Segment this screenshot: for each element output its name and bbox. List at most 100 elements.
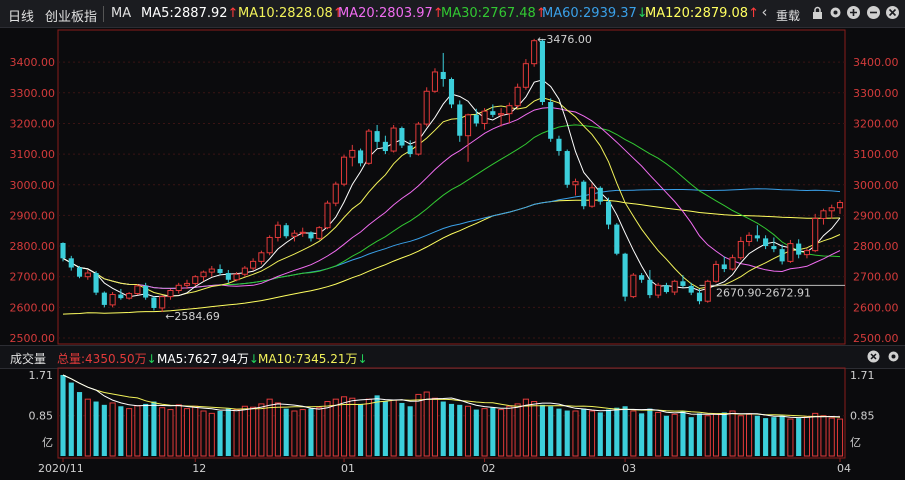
y-tick-label-right: 2500.00 bbox=[853, 332, 899, 345]
candle-body bbox=[291, 232, 298, 237]
volume-bar bbox=[688, 417, 694, 456]
volume-bar bbox=[754, 415, 760, 456]
y-tick-label-right: 3100.00 bbox=[853, 148, 899, 161]
candle-body bbox=[506, 105, 513, 115]
candle-body bbox=[763, 238, 769, 247]
candle-body bbox=[382, 141, 388, 152]
candle-body bbox=[622, 253, 628, 297]
volume-bar bbox=[365, 398, 372, 457]
volume-bar bbox=[490, 407, 496, 456]
volume-bar bbox=[737, 415, 744, 457]
candle-body bbox=[274, 224, 281, 238]
candle-body bbox=[399, 128, 405, 146]
volume-bar bbox=[159, 407, 166, 457]
volume-bar bbox=[729, 410, 736, 457]
candle-body bbox=[167, 289, 174, 298]
x-tick-label: 12 bbox=[192, 462, 206, 475]
candle-body bbox=[250, 260, 257, 269]
candle-body bbox=[358, 150, 364, 164]
volume-bar bbox=[349, 397, 356, 457]
volume-bar bbox=[506, 405, 513, 457]
volume-tick-label-left: 亿 bbox=[42, 436, 53, 449]
volume-bar bbox=[241, 405, 248, 457]
volume-bar bbox=[514, 403, 521, 457]
y-tick-label-left: 2800.00 bbox=[10, 240, 56, 253]
volume-bar bbox=[796, 418, 802, 456]
volume-bar bbox=[332, 398, 339, 457]
volume-bar bbox=[614, 407, 620, 456]
candle-body bbox=[151, 297, 157, 308]
volume-bar bbox=[696, 413, 703, 456]
candle-body bbox=[76, 267, 83, 277]
volume-bar bbox=[572, 410, 579, 457]
volume-bar bbox=[779, 415, 785, 456]
volume-bar bbox=[299, 409, 306, 457]
ma20-line bbox=[62, 106, 841, 289]
volume-bar bbox=[671, 413, 678, 457]
y-tick-label-left: 2700.00 bbox=[10, 271, 56, 284]
y-tick-label-left: 2600.00 bbox=[10, 301, 56, 314]
x-tick-label: 04 bbox=[837, 462, 851, 475]
candle-body bbox=[93, 273, 99, 293]
candle-body bbox=[787, 243, 794, 262]
candle-body bbox=[671, 280, 678, 293]
volume-bar bbox=[663, 415, 669, 456]
volume-bar bbox=[431, 397, 439, 457]
volume-bar bbox=[820, 415, 827, 457]
volume-bar bbox=[183, 408, 191, 457]
volume-bar bbox=[746, 413, 753, 457]
ma60-line bbox=[62, 188, 841, 289]
volume-tick-label-right: 0.85 bbox=[850, 410, 875, 423]
candle-body bbox=[283, 225, 289, 237]
y-tick-label-right: 2900.00 bbox=[853, 209, 899, 222]
volume-bar bbox=[390, 399, 397, 457]
candle-body bbox=[448, 79, 455, 105]
volume-tick-label-right: 1.71 bbox=[850, 369, 875, 382]
candle-body bbox=[588, 187, 596, 207]
candle-body bbox=[308, 232, 314, 239]
y-tick-label-right: 2700.00 bbox=[853, 271, 899, 284]
x-tick-label: 01 bbox=[341, 462, 355, 475]
high-annotation: ←3476.00 bbox=[537, 33, 592, 46]
candle-body bbox=[332, 183, 339, 204]
candle-body bbox=[663, 285, 669, 293]
volume-bar bbox=[274, 402, 281, 457]
candlestick-chart[interactable]: 3400.00 3400.00 3300.00 3300.00 3200.00 3200.… bbox=[0, 0, 905, 480]
volume-bar bbox=[498, 409, 505, 457]
volume-bar bbox=[382, 401, 388, 456]
volume-bar bbox=[60, 375, 66, 456]
candle-body bbox=[258, 252, 265, 262]
volume-tick-label-right: 亿 bbox=[850, 436, 861, 449]
volume-bar bbox=[440, 401, 446, 456]
candle-body bbox=[647, 279, 653, 296]
candle-body bbox=[457, 104, 463, 136]
x-tick-label: 2020/11 bbox=[38, 462, 84, 475]
volume-tick-label-left: 1.71 bbox=[29, 369, 54, 382]
volume-bar bbox=[134, 405, 141, 457]
candle-body bbox=[531, 40, 538, 65]
volume-bar bbox=[217, 411, 223, 456]
volume-bar bbox=[233, 409, 240, 457]
candle-body bbox=[208, 268, 215, 273]
y-tick-label-left: 2900.00 bbox=[10, 209, 56, 222]
volume-bar bbox=[581, 408, 587, 456]
volume-bar bbox=[324, 401, 331, 457]
y-tick-label-left: 3100.00 bbox=[10, 148, 56, 161]
candle-body bbox=[109, 293, 116, 306]
volume-bar bbox=[812, 412, 819, 457]
volume-bar bbox=[836, 418, 844, 457]
candle-body bbox=[316, 227, 323, 239]
y-tick-label-right: 3000.00 bbox=[853, 179, 899, 192]
candle-body bbox=[754, 235, 760, 239]
candle-body bbox=[118, 294, 124, 299]
volume-bar bbox=[167, 409, 174, 457]
candle-body bbox=[423, 90, 430, 125]
candle-body bbox=[68, 258, 74, 268]
y-tick-label-right: 3200.00 bbox=[853, 117, 899, 130]
candle-body bbox=[771, 246, 777, 250]
candle-body bbox=[729, 257, 736, 270]
volume-bar bbox=[175, 404, 182, 457]
candle-body bbox=[175, 284, 182, 291]
volume-bar bbox=[415, 393, 422, 457]
volume-bar bbox=[126, 408, 133, 457]
